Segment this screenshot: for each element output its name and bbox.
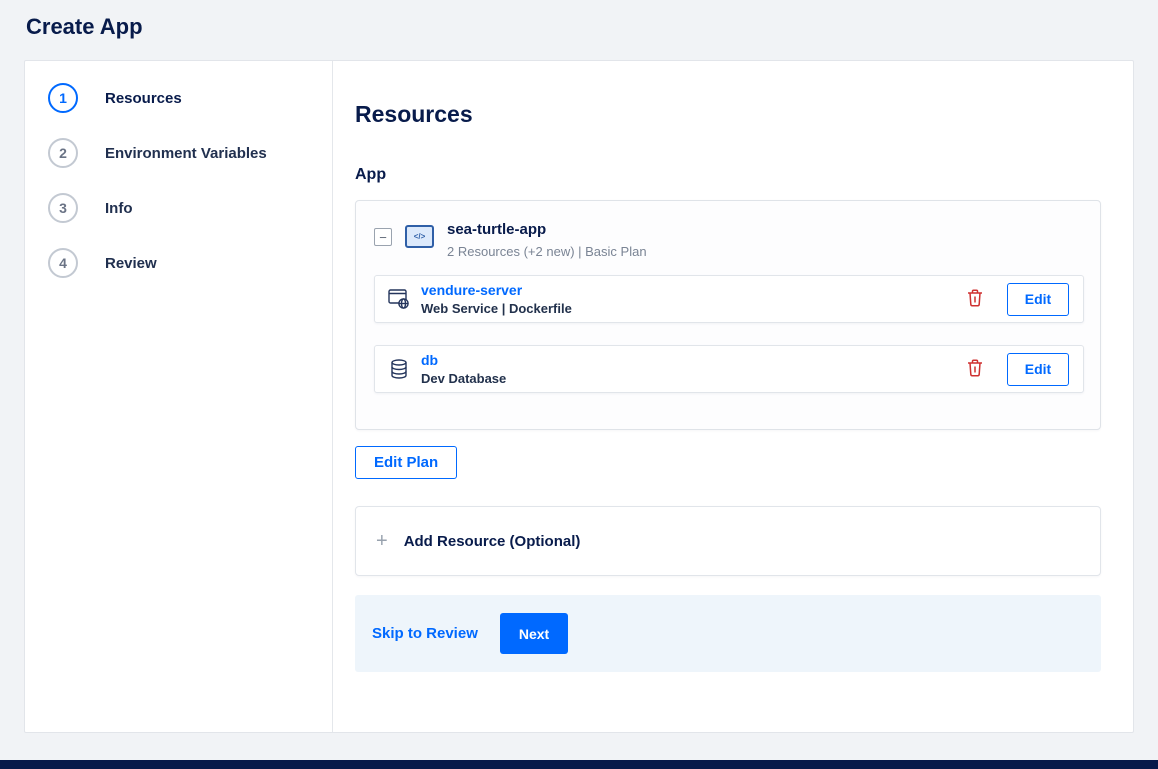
plus-icon: +	[376, 530, 388, 552]
wizard-stepper: 1 Resources 2 Environment Variables 3 In…	[25, 61, 333, 732]
edit-resource-button[interactable]: Edit	[1007, 352, 1069, 386]
edit-plan-button[interactable]: Edit Plan	[355, 446, 458, 479]
trash-icon	[967, 288, 983, 310]
app-group-titles: sea-turtle-app 2 Resources (+2 new) | Ba…	[447, 221, 647, 259]
database-icon	[387, 359, 411, 379]
next-button[interactable]: Next	[499, 613, 569, 654]
add-resource-panel[interactable]: + Add Resource (Optional)	[355, 506, 1101, 576]
app-name: sea-turtle-app	[447, 221, 547, 238]
step-number-circle: 3	[48, 193, 78, 223]
page-title: Create App	[26, 14, 143, 39]
app-group-panel: − </> sea-turtle-app 2 Resources (+2 new…	[355, 200, 1101, 430]
web-service-icon	[387, 288, 411, 310]
page-bottom-bar	[0, 760, 1158, 769]
step-label: Review	[105, 254, 157, 272]
collapse-icon[interactable]: −	[374, 228, 392, 246]
resource-texts: vendure-server Web Service | Dockerfile	[421, 282, 572, 316]
resource-row-vendure-server: vendure-server Web Service | Dockerfile	[374, 275, 1084, 323]
resource-subtitle: Web Service | Dockerfile	[421, 301, 572, 316]
delete-resource-button[interactable]	[965, 287, 985, 312]
step-content: Resources App − </> sea-turtle-app 2 Res…	[333, 61, 1133, 732]
trash-icon	[967, 358, 983, 380]
app-code-icon: </>	[405, 225, 434, 248]
app-group-header: − </> sea-turtle-app 2 Resources (+2 new…	[356, 201, 1100, 259]
wizard-footer: Skip to Review Next	[355, 595, 1101, 672]
create-app-card: 1 Resources 2 Environment Variables 3 In…	[24, 60, 1134, 733]
skip-to-review-link[interactable]: Skip to Review	[372, 625, 478, 642]
step-number-circle: 4	[48, 248, 78, 278]
resource-name-link[interactable]: vendure-server	[421, 282, 572, 298]
step-label: Environment Variables	[105, 144, 267, 162]
resource-subtitle: Dev Database	[421, 371, 507, 386]
delete-resource-button[interactable]	[965, 357, 985, 382]
step-review[interactable]: 4 Review	[48, 248, 332, 278]
step-resources[interactable]: 1 Resources	[48, 83, 332, 113]
step-number-circle: 1	[48, 83, 78, 113]
step-label: Resources	[105, 89, 182, 107]
resource-texts: db Dev Database	[421, 352, 506, 386]
add-resource-label: Add Resource (Optional)	[403, 532, 581, 550]
content-heading: Resources	[355, 101, 473, 127]
step-label: Info	[105, 199, 133, 217]
resource-row-db: db Dev Database Edit	[374, 345, 1084, 393]
edit-resource-button[interactable]: Edit	[1007, 282, 1069, 316]
step-info[interactable]: 3 Info	[48, 193, 332, 223]
app-section-label: App	[355, 166, 387, 183]
resource-name-link[interactable]: db	[421, 352, 506, 368]
resource-list: vendure-server Web Service | Dockerfile	[374, 275, 1084, 393]
app-summary: 2 Resources (+2 new) | Basic Plan	[447, 244, 647, 259]
step-number-circle: 2	[48, 138, 78, 168]
step-environment-variables[interactable]: 2 Environment Variables	[48, 138, 332, 168]
